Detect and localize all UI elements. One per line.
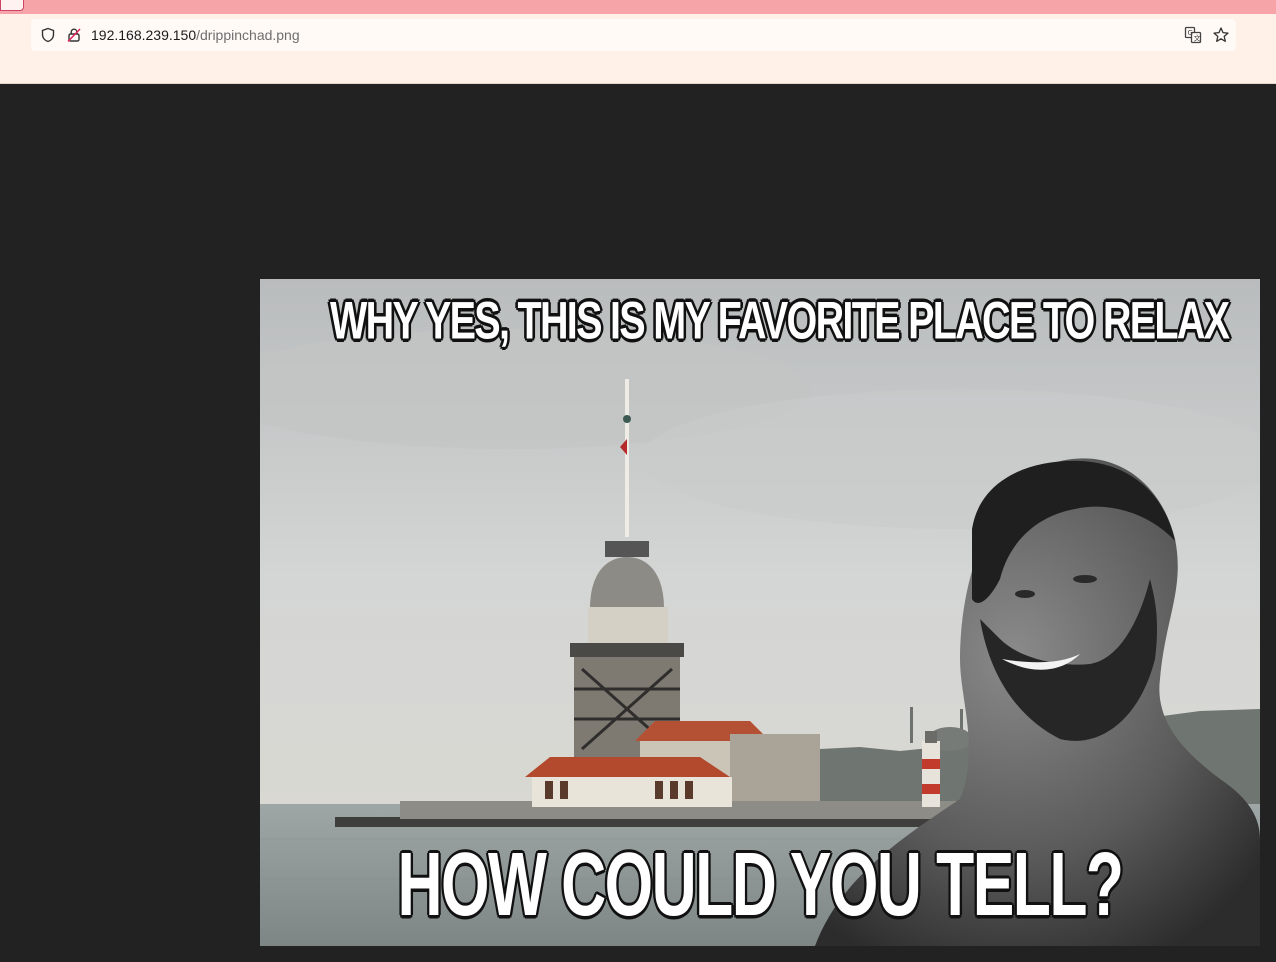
shield-icon[interactable] xyxy=(39,26,57,44)
star-icon[interactable] xyxy=(1212,26,1230,44)
address-bar[interactable]: 192.168.239.150/drippinchad.png G 文 xyxy=(31,19,1236,51)
translate-icon[interactable]: G 文 xyxy=(1184,26,1202,44)
meme-image: WHY YES, THIS IS MY FAVORITE PLACE TO RE… xyxy=(260,279,1260,946)
url-text[interactable]: 192.168.239.150/drippinchad.png xyxy=(91,27,300,43)
meme-bottom-text: HOW COULD YOU TELL? xyxy=(397,834,1124,935)
svg-text:文: 文 xyxy=(1194,34,1201,43)
address-bar-actions: G 文 xyxy=(1184,26,1230,44)
insecure-lock-icon[interactable] xyxy=(65,26,83,44)
browser-toolbar: 192.168.239.150/drippinchad.png G 文 xyxy=(0,14,1276,84)
tab-strip xyxy=(0,0,1276,14)
svg-text:G: G xyxy=(1188,29,1193,37)
url-host: 192.168.239.150 xyxy=(91,27,197,43)
url-path: /drippinchad.png xyxy=(196,27,300,43)
meme-top-text: WHY YES, THIS IS MY FAVORITE PLACE TO RE… xyxy=(330,290,1230,350)
browser-tab[interactable] xyxy=(0,0,24,11)
